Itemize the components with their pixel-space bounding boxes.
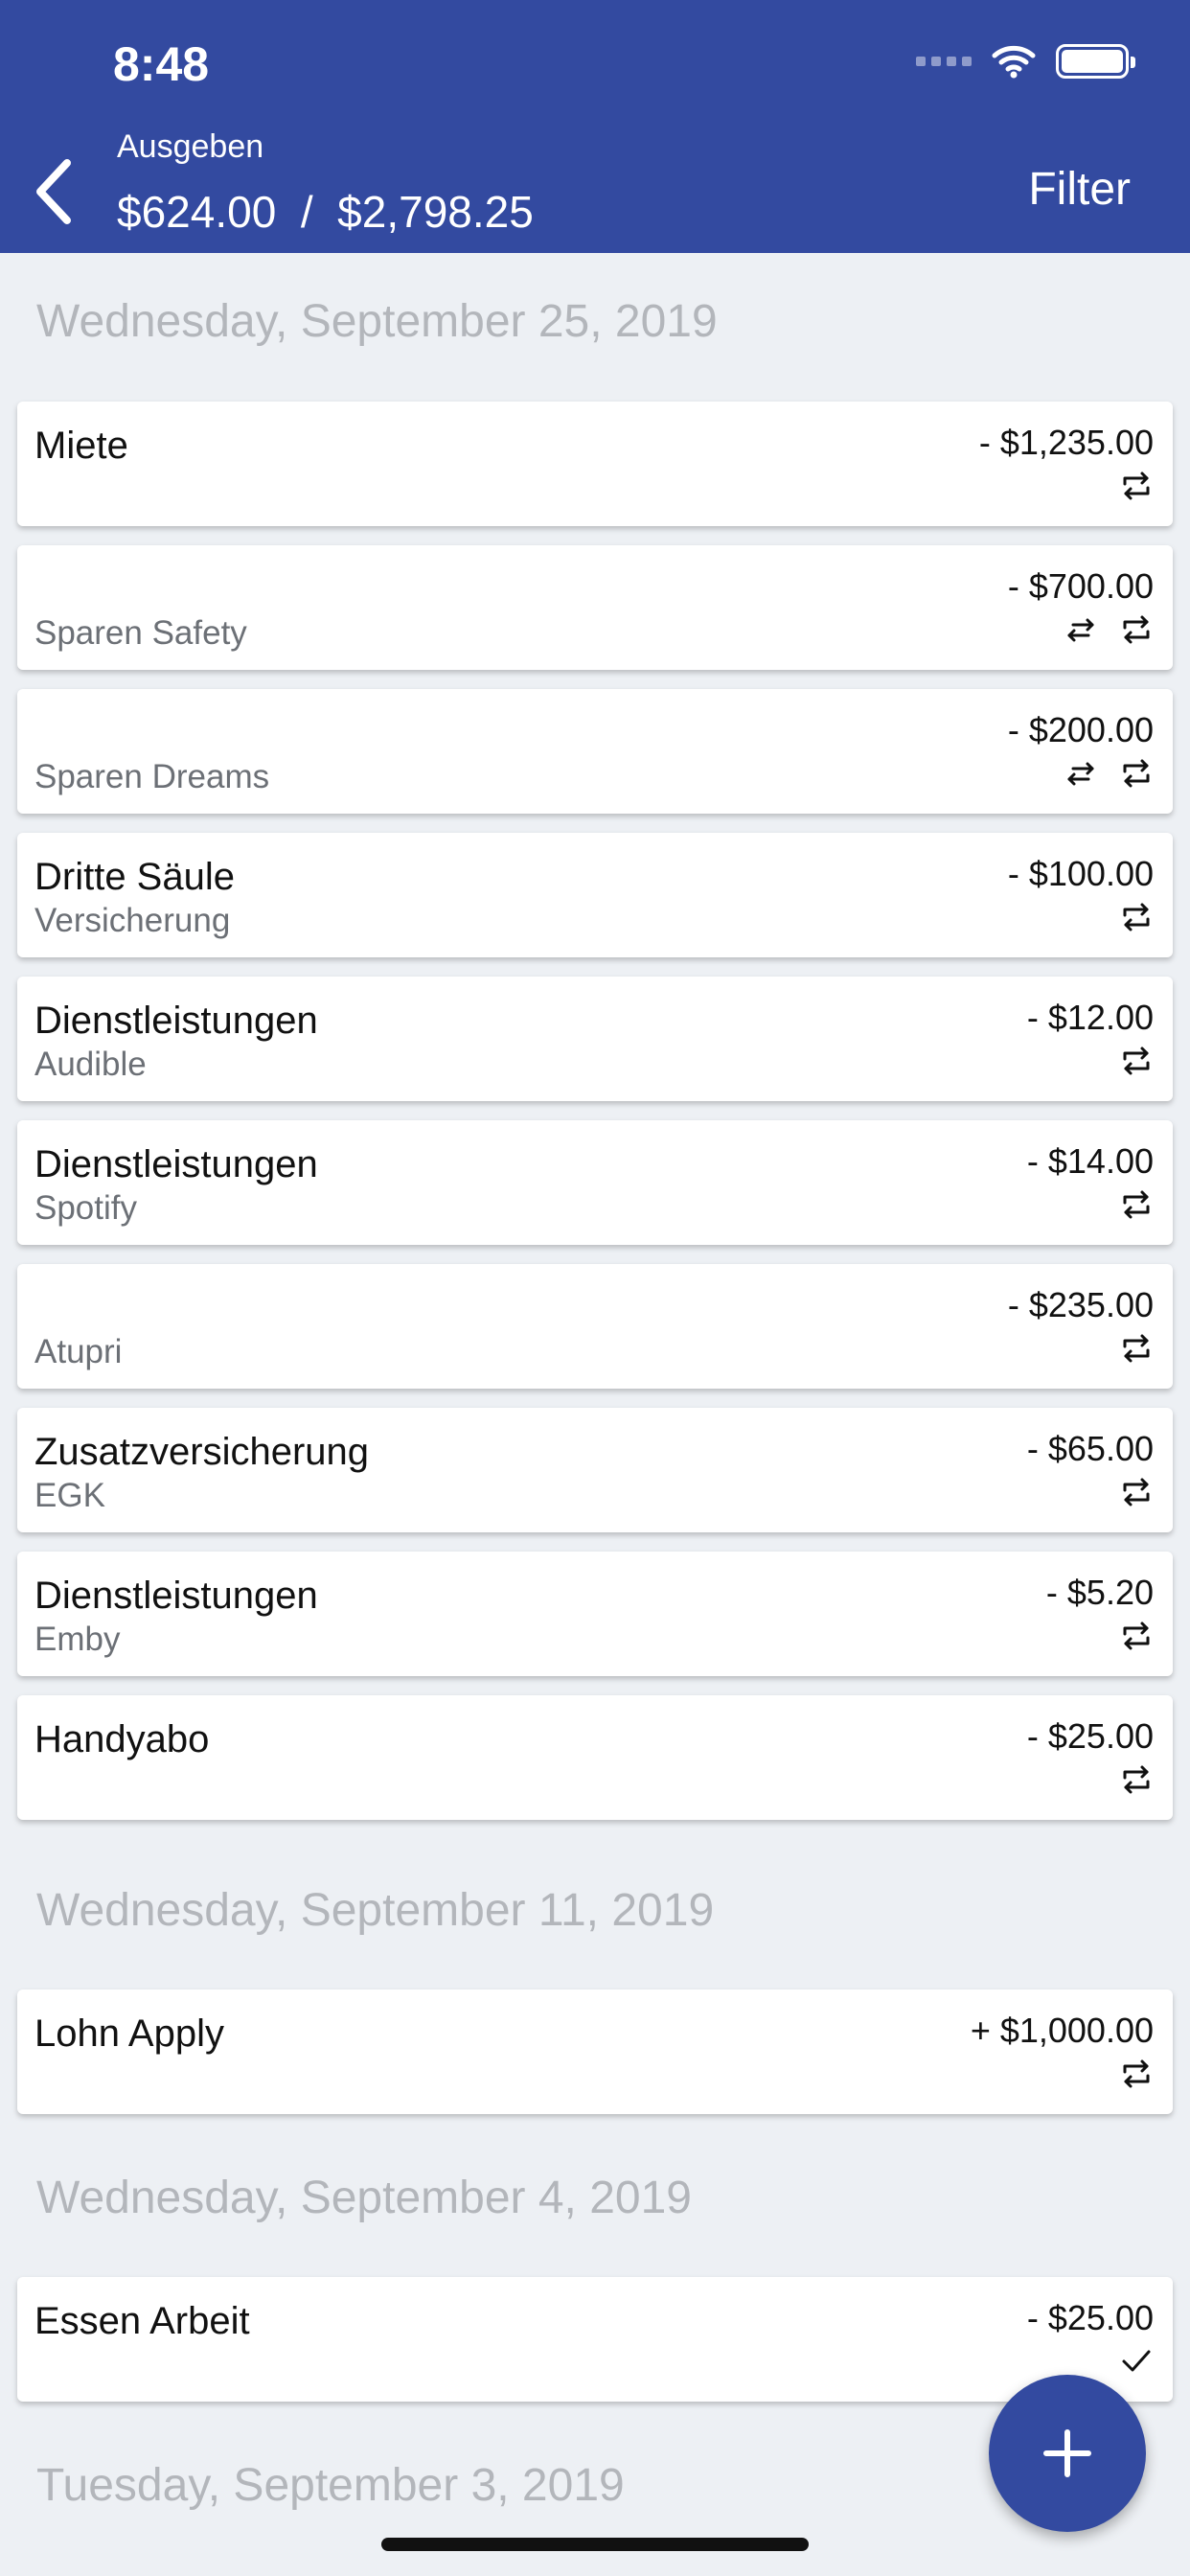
transaction-card[interactable]: Handyabo - $25.00 xyxy=(17,1695,1173,1820)
transaction-title: Dienstleistungen xyxy=(34,1575,318,1617)
repeat-icon xyxy=(1123,1190,1150,1219)
transaction-title: Essen Arbeit xyxy=(34,2300,250,2342)
transaction-card[interactable]: Dritte Säule Versicherung - $100.00 xyxy=(17,833,1173,957)
add-transaction-button[interactable] xyxy=(989,2375,1146,2532)
app-header: 8:48 Ausgeben $624.00 / $2,798.25 Filter xyxy=(0,0,1190,253)
transaction-amount: - $100.00 xyxy=(1007,854,1154,893)
back-button[interactable] xyxy=(29,153,86,230)
transaction-card[interactable]: Dienstleistungen Spotify - $14.00 xyxy=(17,1120,1173,1245)
repeat-icon xyxy=(1123,472,1150,500)
header-subtitle: Ausgeben xyxy=(117,128,264,165)
transaction-icons xyxy=(1119,1187,1154,1222)
transaction-icons xyxy=(1119,1762,1154,1797)
transaction-subtitle: Atupri xyxy=(34,1333,123,1370)
repeat-icon xyxy=(1123,615,1150,644)
transaction-icons xyxy=(1119,2344,1154,2379)
transaction-subtitle: Sparen Dreams xyxy=(34,758,270,795)
filter-button[interactable]: Filter xyxy=(1028,163,1131,216)
transaction-amount: - $200.00 xyxy=(1007,710,1154,749)
transaction-amount: - $25.00 xyxy=(1026,1716,1154,1756)
check-icon xyxy=(1122,2350,1151,2372)
transaction-icons xyxy=(1064,756,1154,791)
transaction-card[interactable]: Zusatzversicherung EGK - $65.00 xyxy=(17,1408,1173,1532)
transaction-card[interactable]: Sparen Safety - $700.00 xyxy=(17,545,1173,670)
transaction-title: Lohn Apply xyxy=(34,2012,224,2055)
transaction-subtitle: EGK xyxy=(34,1477,105,1514)
repeat-icon xyxy=(1123,903,1150,932)
transaction-card[interactable]: Essen Arbeit - $25.00 xyxy=(17,2277,1173,2402)
chevron-left-icon xyxy=(36,159,71,224)
home-indicator xyxy=(381,2538,809,2551)
repeat-icon xyxy=(1123,1478,1150,1506)
battery-icon xyxy=(1056,44,1135,79)
transaction-subtitle: Audible xyxy=(34,1046,147,1083)
transaction-amount: - $5.20 xyxy=(1045,1573,1154,1612)
transaction-card[interactable]: Miete - $1,235.00 xyxy=(17,402,1173,526)
transaction-amount: - $700.00 xyxy=(1007,566,1154,606)
plus-icon xyxy=(1043,2429,1091,2477)
transaction-title: Zusatzversicherung xyxy=(34,1431,370,1473)
transaction-amount: - $1,235.00 xyxy=(978,423,1154,462)
date-header: Wednesday, September 11, 2019 xyxy=(36,1885,715,1936)
transaction-title: Handyabo xyxy=(34,1718,210,1760)
transaction-subtitle: Versicherung xyxy=(34,902,231,939)
transaction-title: Dritte Säule xyxy=(34,856,235,898)
transaction-card[interactable]: Lohn Apply + $1,000.00 xyxy=(17,1990,1173,2114)
transaction-amount: - $12.00 xyxy=(1026,998,1154,1037)
transaction-card[interactable]: Atupri - $235.00 xyxy=(17,1264,1173,1389)
transaction-amount: + $1,000.00 xyxy=(970,2011,1154,2050)
transaction-icons xyxy=(1119,900,1154,934)
transaction-icons xyxy=(1119,1475,1154,1509)
status-time: 8:48 xyxy=(113,37,210,91)
transaction-card[interactable]: Dienstleistungen Audible - $12.00 xyxy=(17,977,1173,1101)
transaction-title: Dienstleistungen xyxy=(34,1000,318,1042)
repeat-icon xyxy=(1123,2059,1150,2088)
transaction-title: Miete xyxy=(34,425,128,467)
transaction-card[interactable]: Sparen Dreams - $200.00 xyxy=(17,689,1173,814)
transaction-amount: - $25.00 xyxy=(1026,2298,1154,2337)
transaction-amount: - $235.00 xyxy=(1007,1285,1154,1324)
status-icons xyxy=(916,44,1135,79)
header-totals: $624.00 / $2,798.25 xyxy=(117,187,534,237)
repeat-icon xyxy=(1123,1622,1150,1650)
transaction-card[interactable]: Dienstleistungen Emby - $5.20 xyxy=(17,1552,1173,1676)
transaction-subtitle: Spotify xyxy=(34,1189,137,1227)
transaction-subtitle: Sparen Safety xyxy=(34,614,247,652)
transaction-icons xyxy=(1119,1619,1154,1653)
wifi-icon xyxy=(992,45,1036,79)
repeat-icon xyxy=(1123,1046,1150,1075)
transaction-icons xyxy=(1119,1331,1154,1366)
transaction-amount: - $65.00 xyxy=(1026,1429,1154,1468)
transaction-title: Dienstleistungen xyxy=(34,1143,318,1185)
transaction-icons xyxy=(1119,469,1154,503)
transfer-icon xyxy=(1067,618,1094,642)
repeat-icon xyxy=(1123,759,1150,788)
transaction-icons xyxy=(1064,612,1154,647)
cellular-signal-icon xyxy=(916,57,972,66)
date-header: Wednesday, September 4, 2019 xyxy=(36,2173,692,2223)
transaction-subtitle: Emby xyxy=(34,1621,121,1658)
transaction-amount: - $14.00 xyxy=(1026,1141,1154,1181)
transfer-icon xyxy=(1067,762,1094,786)
date-header: Wednesday, September 25, 2019 xyxy=(36,296,718,347)
repeat-icon xyxy=(1123,1334,1150,1363)
transaction-icons xyxy=(1119,2057,1154,2091)
transaction-icons xyxy=(1119,1044,1154,1078)
repeat-icon xyxy=(1123,1765,1150,1794)
date-header: Tuesday, September 3, 2019 xyxy=(36,2460,625,2511)
